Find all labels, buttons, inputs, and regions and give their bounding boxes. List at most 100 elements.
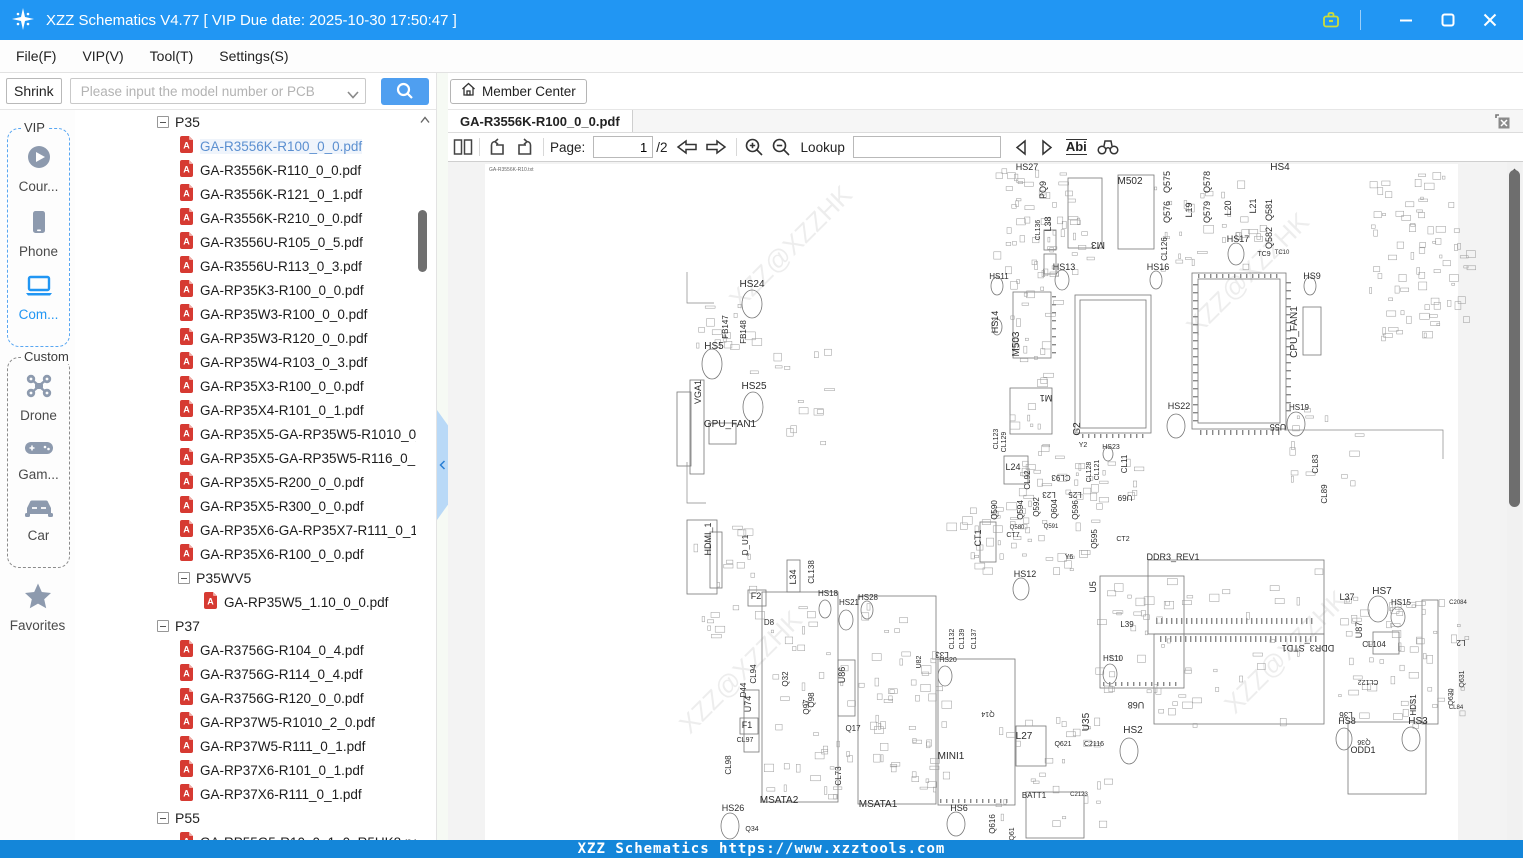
tree-file[interactable]: A GA-RP35W3-R120_0_0.pdf: [75, 326, 416, 350]
tree-file[interactable]: A GA-RP35X3-R100_0_0.pdf: [75, 374, 416, 398]
tree-file[interactable]: A GA-RP35X5-R200_0_0.pdf: [75, 470, 416, 494]
collapse-node-icon[interactable]: [157, 116, 169, 128]
tree-file[interactable]: A GA-R3756G-R120_0_0.pdf: [75, 686, 416, 710]
component-label: L39: [1120, 620, 1134, 629]
pin-tick: [1190, 636, 1192, 642]
tree-file[interactable]: A GA-R3556K-R100_0_0.pdf: [75, 134, 416, 158]
pin-tick: [1193, 420, 1198, 422]
pin-tick: [1193, 348, 1198, 350]
component-label: U55: [1270, 422, 1287, 432]
tree-node-p35[interactable]: P35: [75, 110, 416, 134]
svg-text:A: A: [183, 213, 190, 223]
binoculars-icon[interactable]: [1096, 138, 1120, 156]
pdf-icon: A: [179, 232, 194, 252]
shrink-button[interactable]: Shrink: [6, 78, 62, 104]
document-tab[interactable]: GA-R3556K-R100_0_0.pdf: [448, 110, 633, 132]
member-center-button[interactable]: Member Center: [450, 78, 587, 104]
tree-file[interactable]: A GA-RP55G5-R10_0_1_0_R5UK8.pdf: [75, 830, 416, 840]
sidebar-item-label: Phone: [18, 244, 59, 259]
pdf-icon: A: [179, 160, 194, 180]
pdf-icon: A: [179, 352, 194, 372]
tree-file[interactable]: A GA-R3556U-R105_0_5.pdf: [75, 230, 416, 254]
menu-item-vip[interactable]: VIP(V): [82, 48, 123, 64]
svg-text:A: A: [183, 381, 190, 391]
find-next-icon[interactable]: [1039, 138, 1055, 156]
tree-scrollbar-thumb[interactable]: [418, 210, 427, 272]
tree-file[interactable]: A GA-RP35X5-GA-RP35W5-R1010_0_0.pdf: [75, 422, 416, 446]
sidebar-item-car[interactable]: Car: [8, 496, 69, 543]
viewer-scrollbar-thumb[interactable]: [1509, 170, 1520, 507]
text-select-tool[interactable]: Abi: [1065, 139, 1087, 155]
tree-file-label: GA-RP35X3-R100_0_0.pdf: [200, 378, 364, 394]
panel-splitter: [437, 73, 448, 840]
menu-item-file[interactable]: File(F): [16, 48, 56, 64]
sidebar-item-laptop[interactable]: Com...: [8, 273, 69, 322]
tree-scrollbar[interactable]: [418, 110, 430, 840]
pin-tick: [1311, 618, 1313, 624]
tree-node-p55[interactable]: P55: [75, 806, 416, 830]
tree-file[interactable]: A GA-RP35W5_1.10_0_0.pdf: [75, 590, 416, 614]
zoom-in-icon[interactable]: [744, 137, 764, 157]
collapse-node-icon[interactable]: [157, 812, 169, 824]
sidebar-item-favorites[interactable]: Favorites: [0, 582, 75, 633]
tree-file[interactable]: A GA-RP37X6-R111_0_1.pdf: [75, 782, 416, 806]
rotate-right-icon[interactable]: [515, 137, 535, 157]
tree-file[interactable]: A GA-R3556K-R110_0_0.pdf: [75, 158, 416, 182]
maximize-button[interactable]: [1435, 7, 1461, 33]
chevron-down-icon[interactable]: [347, 87, 359, 102]
tree-file[interactable]: A GA-RP37W5-R1010_2_0.pdf: [75, 710, 416, 734]
component-label: DDR3_REV1: [1146, 552, 1199, 562]
viewer-scrollbar[interactable]: [1507, 162, 1522, 840]
find-previous-icon[interactable]: [1013, 138, 1029, 156]
sidebar-item-play[interactable]: Cour...: [8, 143, 69, 194]
minimize-button[interactable]: [1393, 7, 1419, 33]
collapse-node-icon[interactable]: [178, 572, 190, 584]
tree-file[interactable]: A GA-R3756G-R114_0_4.pdf: [75, 662, 416, 686]
pin-tick: [1271, 618, 1273, 624]
tree-file[interactable]: A GA-RP35X4-R101_0_1.pdf: [75, 398, 416, 422]
tree-file[interactable]: A GA-RP35X6-GA-RP35X7-R111_0_1.pdf: [75, 518, 416, 542]
tree-file[interactable]: A GA-R3556U-R113_0_3.pdf: [75, 254, 416, 278]
page-number-input[interactable]: [593, 136, 654, 158]
tree-file[interactable]: A GA-RP35W3-R100_0_0.pdf: [75, 302, 416, 326]
tree-file[interactable]: A GA-R3556K-R121_0_1.pdf: [75, 182, 416, 206]
facing-pages-icon[interactable]: [453, 138, 473, 156]
tree-node-p35wv5[interactable]: P35WV5: [75, 566, 416, 590]
lookup-input[interactable]: [852, 136, 1001, 158]
tree-file-label: GA-RP35W3-R120_0_0.pdf: [200, 330, 368, 346]
zoom-out-icon[interactable]: [771, 137, 791, 157]
search-button[interactable]: [380, 77, 429, 105]
small-component: [1466, 250, 1476, 258]
component-label: HS20: [939, 657, 957, 664]
next-page-icon[interactable]: [705, 138, 727, 156]
scroll-up-icon[interactable]: [420, 112, 430, 127]
tree-file[interactable]: A GA-RP37X6-R101_0_1.pdf: [75, 758, 416, 782]
tree-file[interactable]: A GA-RP35K3-R100_0_0.pdf: [75, 278, 416, 302]
sidebar-item-phone[interactable]: Phone: [8, 208, 69, 259]
tree-file[interactable]: A GA-RP35X5-GA-RP35W5-R116_0_1.pdf: [75, 446, 416, 470]
tree-file[interactable]: A GA-R3556K-R210_0_0.pdf: [75, 206, 416, 230]
sidebar-item-drone[interactable]: Drone: [8, 372, 69, 423]
svg-text:A: A: [183, 477, 190, 487]
model-search-input[interactable]: [69, 78, 366, 104]
collapse-node-icon[interactable]: [157, 620, 169, 632]
sidebar-item-gamepad[interactable]: Gam...: [8, 437, 69, 482]
rotate-left-icon[interactable]: [487, 137, 507, 157]
tree-file[interactable]: A GA-R3756G-R104_0_4.pdf: [75, 638, 416, 662]
pin-tick: [1088, 434, 1090, 438]
pin-tick: [1193, 340, 1198, 342]
close-tab-icon[interactable]: [1494, 113, 1511, 133]
tree-file[interactable]: A GA-RP35X5-R300_0_0.pdf: [75, 494, 416, 518]
briefcase-icon[interactable]: [1318, 7, 1344, 33]
tree-file[interactable]: A GA-RP37W5-R111_0_1.pdf: [75, 734, 416, 758]
tree-file[interactable]: A GA-RP35W4-R103_0_3.pdf: [75, 350, 416, 374]
collapse-panel-handle[interactable]: [437, 410, 448, 520]
menu-item-settings[interactable]: Settings(S): [219, 48, 288, 64]
tree-file[interactable]: A GA-RP35X6-R100_0_0.pdf: [75, 542, 416, 566]
menu-item-tool[interactable]: Tool(T): [150, 48, 194, 64]
previous-page-icon[interactable]: [676, 138, 698, 156]
schematic-canvas[interactable]: XZZ@XZZHK XZZ@XZZHKXZZ@XZZHK XZZ@XZZHKGA-R…: [448, 162, 1523, 840]
component-label: C2084: [1449, 600, 1467, 606]
close-button[interactable]: [1477, 7, 1503, 33]
tree-node-p37[interactable]: P37: [75, 614, 416, 638]
